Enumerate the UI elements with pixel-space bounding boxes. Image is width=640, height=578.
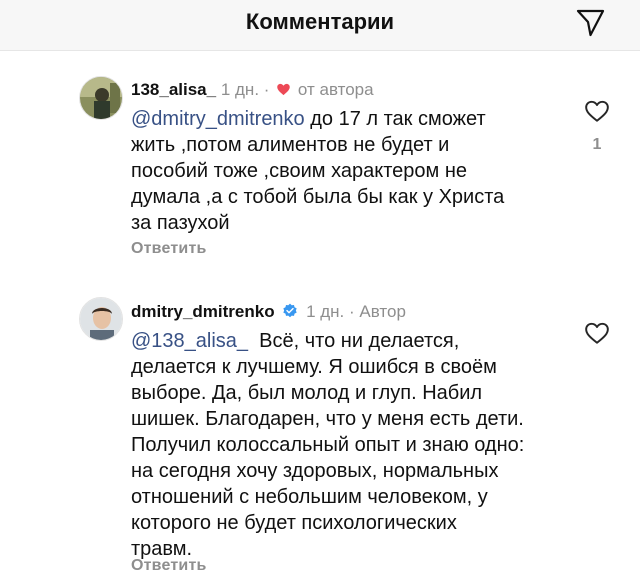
comment-text: @dmitry_dmitrenko до 17 л так сможет жит… bbox=[131, 106, 541, 236]
comment-body: Всё, что ни делается, делается к лучшему… bbox=[131, 330, 525, 560]
timestamp: 1 дн. bbox=[220, 80, 260, 99]
heart-icon bbox=[277, 83, 290, 96]
username[interactable]: 138_alisa_ bbox=[131, 80, 216, 99]
timestamp: 1 дн. bbox=[306, 302, 345, 321]
avatar[interactable] bbox=[79, 297, 123, 341]
meta-separator: · bbox=[263, 80, 270, 99]
username[interactable]: dmitry_dmitrenko bbox=[131, 302, 275, 321]
send-icon[interactable] bbox=[574, 6, 606, 38]
like-heart-icon[interactable] bbox=[584, 321, 610, 345]
mention-link[interactable]: @138_alisa_ bbox=[131, 330, 248, 352]
like-count: 1 bbox=[592, 136, 602, 153]
comment-meta: dmitry_dmitrenko 1 дн. · Автор bbox=[131, 302, 406, 322]
page-title: Комментарии bbox=[245, 9, 395, 34]
header: Комментарии bbox=[0, 0, 640, 50]
meta-separator: · bbox=[349, 302, 355, 321]
mention-link[interactable]: @dmitry_dmitrenko bbox=[131, 108, 305, 130]
like-heart-icon[interactable] bbox=[584, 99, 610, 123]
verified-badge-icon bbox=[283, 303, 297, 318]
reply-button[interactable]: Ответить bbox=[131, 557, 207, 575]
avatar[interactable] bbox=[79, 76, 123, 120]
header-divider bbox=[0, 50, 640, 51]
author-role-label: Автор bbox=[359, 302, 406, 321]
reply-button[interactable]: Ответить bbox=[131, 240, 207, 258]
comment-text: @138_alisa_ Всё, что ни делается, делает… bbox=[131, 328, 541, 562]
comment-meta: 138_alisa_ 1 дн. · от автора bbox=[131, 80, 374, 100]
liked-by-author-label: от автора bbox=[297, 80, 374, 99]
